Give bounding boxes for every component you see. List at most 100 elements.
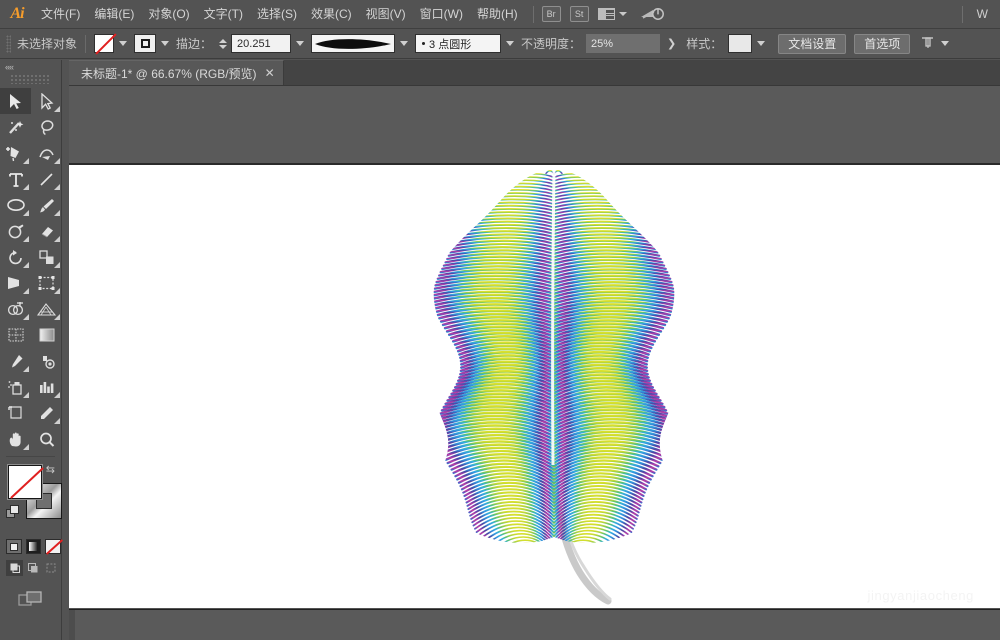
menu-select[interactable]: 选择(S) xyxy=(250,0,304,29)
fill-stroke-controls: ⇆ xyxy=(0,463,61,533)
menu-help[interactable]: 帮助(H) xyxy=(470,0,525,29)
width-tool[interactable] xyxy=(0,270,31,296)
control-divider-1 xyxy=(85,35,86,53)
fill-none-icon[interactable] xyxy=(8,465,42,499)
document-tab-bar: 未标题-1* @ 66.67% (RGB/预览) ✕ xyxy=(69,60,1000,86)
document-setup-button[interactable]: 文档设置 xyxy=(778,34,846,54)
curvature-tool[interactable] xyxy=(31,140,62,166)
bridge-icon[interactable]: Br xyxy=(542,6,561,22)
direct-selection-tool[interactable] xyxy=(31,88,62,114)
drawing-mode-inside[interactable] xyxy=(42,560,59,576)
opacity-expand-icon[interactable]: ❯ xyxy=(667,37,676,50)
illustrator-window: Ai 文件(F) 编辑(E) 对象(O) 文字(T) 选择(S) 效果(C) 视… xyxy=(0,0,1000,640)
tools-panel-collapse[interactable]: «« xyxy=(0,60,61,74)
align-chevron-down-icon[interactable] xyxy=(941,41,949,46)
color-mode-button[interactable] xyxy=(6,539,22,554)
gradient-tool[interactable] xyxy=(31,322,62,348)
shape-builder-tool[interactable] xyxy=(0,296,31,322)
window-control-label[interactable]: W xyxy=(971,7,994,21)
drawing-mode-row xyxy=(0,554,61,576)
screen-mode-row xyxy=(0,576,61,613)
menubar-right-group: W xyxy=(954,6,1000,23)
fill-chevron-down-icon[interactable] xyxy=(119,41,127,46)
stroke-weight-input[interactable]: 20.251 xyxy=(231,34,291,53)
graphic-style-swatch[interactable] xyxy=(728,34,752,53)
eyedropper-tool[interactable] xyxy=(0,348,31,374)
slice-tool[interactable] xyxy=(31,400,62,426)
align-to-icon[interactable] xyxy=(920,35,936,53)
arrange-documents-icon[interactable] xyxy=(598,8,627,20)
menu-edit[interactable]: 编辑(E) xyxy=(87,0,141,29)
paintbrush-tool[interactable] xyxy=(31,192,62,218)
stock-icon[interactable]: St xyxy=(570,6,589,22)
control-bar: 未选择对象 描边： 20.251 3 点圆形 不透明度： 25% ❯ 样式： 文… xyxy=(0,29,1000,59)
leaf-stroke xyxy=(496,540,554,559)
blend-tool[interactable] xyxy=(31,348,62,374)
swap-fill-stroke-icon[interactable]: ⇆ xyxy=(46,463,55,476)
menu-type[interactable]: 文字(T) xyxy=(197,0,250,29)
opacity-input[interactable]: 25% xyxy=(586,34,660,53)
tools-divider xyxy=(6,456,55,457)
stroke-chevron-down-icon[interactable] xyxy=(161,41,169,46)
ellipse-tool[interactable] xyxy=(0,192,31,218)
symbol-sprayer-tool[interactable] xyxy=(0,374,31,400)
stroke-weight-label: 描边： xyxy=(176,35,212,52)
tool-grid xyxy=(0,88,61,452)
menu-effect[interactable]: 效果(C) xyxy=(304,0,359,29)
style-label: 样式： xyxy=(686,35,722,52)
drawing-mode-behind[interactable] xyxy=(24,560,41,576)
fill-none-swatch[interactable] xyxy=(94,34,114,53)
rotate-tool[interactable] xyxy=(0,244,31,270)
stroke-swatch[interactable] xyxy=(134,34,156,53)
scale-tool[interactable] xyxy=(31,244,62,270)
eraser-tool[interactable] xyxy=(31,218,62,244)
column-graph-tool[interactable] xyxy=(31,374,62,400)
preferences-button[interactable]: 首选项 xyxy=(854,34,910,54)
close-icon[interactable]: ✕ xyxy=(265,67,275,79)
lasso-tool[interactable] xyxy=(31,114,62,140)
selection-tool[interactable] xyxy=(0,88,31,114)
menu-file[interactable]: 文件(F) xyxy=(34,0,87,29)
creative-cloud-sync-icon[interactable] xyxy=(639,6,665,22)
zoom-tool[interactable] xyxy=(31,426,62,452)
document-tab[interactable]: 未标题-1* @ 66.67% (RGB/预览) ✕ xyxy=(69,60,284,85)
profile-chevron-down-icon[interactable] xyxy=(506,41,514,46)
chevron-down-icon xyxy=(619,12,627,16)
control-bar-grip[interactable] xyxy=(6,35,11,53)
width-profile-label: 3 点圆形 xyxy=(429,36,471,52)
type-tool[interactable] xyxy=(0,166,31,192)
leaf-stroke xyxy=(500,543,554,562)
mesh-tool[interactable] xyxy=(0,322,31,348)
style-chevron-down-icon[interactable] xyxy=(757,41,765,46)
artboard-canvas[interactable]: jingyanjiaocheng xyxy=(69,164,1000,608)
leaf-midrib-gap xyxy=(553,169,554,465)
tools-panel: «« xyxy=(0,60,62,640)
line-segment-tool[interactable] xyxy=(31,166,62,192)
brush-definition-preview[interactable] xyxy=(311,34,395,53)
change-screen-mode-button[interactable] xyxy=(18,590,44,613)
magic-wand-tool[interactable] xyxy=(0,114,31,140)
stroke-weight-chevron-down-icon[interactable] xyxy=(296,41,304,46)
hand-tool[interactable] xyxy=(0,426,31,452)
tools-panel-drag-handle[interactable] xyxy=(10,74,51,84)
menu-divider-right xyxy=(962,6,963,23)
brush-chevron-down-icon[interactable] xyxy=(400,41,408,46)
menu-object[interactable]: 对象(O) xyxy=(141,0,196,29)
pen-tool[interactable] xyxy=(0,140,31,166)
artboard-tool[interactable] xyxy=(0,400,31,426)
shaper-tool[interactable] xyxy=(0,218,31,244)
none-mode-button[interactable] xyxy=(45,539,61,554)
free-transform-tool[interactable] xyxy=(31,270,62,296)
stroke-weight-stepper[interactable] xyxy=(219,39,227,49)
menu-window[interactable]: 窗口(W) xyxy=(413,0,470,29)
width-profile-select[interactable]: 3 点圆形 xyxy=(415,34,501,53)
menu-divider xyxy=(533,6,534,23)
rainbow-leaf-blend-artwork[interactable] xyxy=(424,165,684,608)
leaf-stroke xyxy=(554,540,612,559)
default-fill-stroke-icon[interactable] xyxy=(6,505,19,518)
drawing-mode-normal[interactable] xyxy=(6,560,23,576)
profile-bullet-icon xyxy=(422,42,425,45)
perspective-grid-tool[interactable] xyxy=(31,296,62,322)
menu-view[interactable]: 视图(V) xyxy=(359,0,413,29)
gradient-mode-button[interactable] xyxy=(26,539,42,554)
